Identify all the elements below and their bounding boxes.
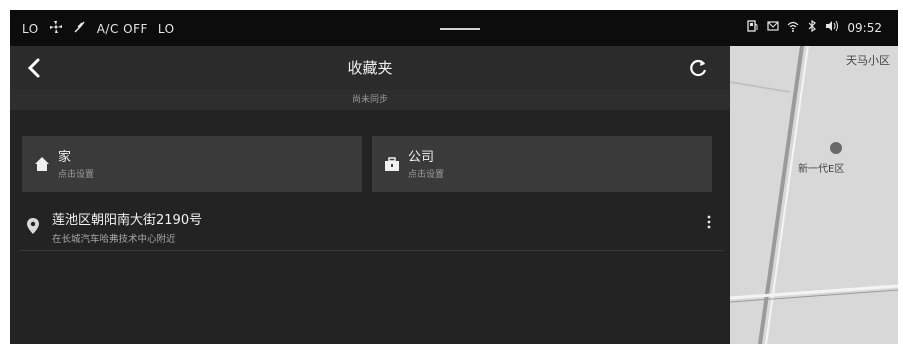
favorites-panel: 收藏夹 尚未同步 家 点击设置 公司 点击设置 莲池区朝阳南大街2190号 在长… [10,46,730,344]
home-icon [35,157,49,171]
company-label: 公司 [408,150,435,165]
sync-status: 尚未同步 [10,90,730,110]
location-pin-icon [27,218,39,234]
page-title: 收藏夹 [347,59,393,77]
temp-right: LO [157,21,175,36]
app-frame: LO A/C OFF LO 09:52 收藏夹 尚未同步 家 点击设置 公司 点… [10,10,898,344]
status-left: LO A/C OFF LO [22,20,175,37]
favorite-item[interactable]: 莲池区朝阳南大街2190号 在长城汽车哈弗技术中心附近 [20,204,723,251]
map-label-area: 天马小区 [846,54,890,67]
map-label-poi: 新一代E区 [798,164,845,175]
company-sub: 点击设置 [408,170,445,180]
fuel-icon [747,20,759,35]
map-roads [730,46,898,344]
top-bar: 收藏夹 [10,46,730,90]
poi-icon [830,142,842,154]
company-card[interactable]: 公司 点击设置 [372,136,712,192]
wifi-icon [787,20,799,35]
clock-time: 09:52 [847,20,882,35]
message-icon [767,20,780,35]
briefcase-icon [385,157,399,171]
status-bar: LO A/C OFF LO 09:52 [10,10,898,46]
temp-left: LO [22,21,39,36]
favorite-name: 莲池区朝阳南大街2190号 [52,213,203,228]
status-right: 09:52 [747,19,882,35]
home-sub: 点击设置 [58,170,95,180]
refresh-button[interactable] [686,56,710,80]
bluetooth-icon [807,19,817,35]
home-card[interactable]: 家 点击设置 [22,136,362,192]
volume-icon [825,20,839,35]
more-options-button[interactable] [705,214,713,236]
more-vertical-icon [707,215,711,229]
map-view[interactable]: 天马小区 新一代E区 [730,46,898,344]
ac-status[interactable]: A/C OFF [97,22,148,36]
airflow-icon[interactable] [73,20,87,37]
favorite-detail: 在长城汽车哈弗技术中心附近 [52,234,176,245]
status-handle[interactable] [440,28,480,30]
home-label: 家 [58,150,72,165]
fan-icon[interactable] [49,20,63,37]
refresh-icon [690,59,707,77]
